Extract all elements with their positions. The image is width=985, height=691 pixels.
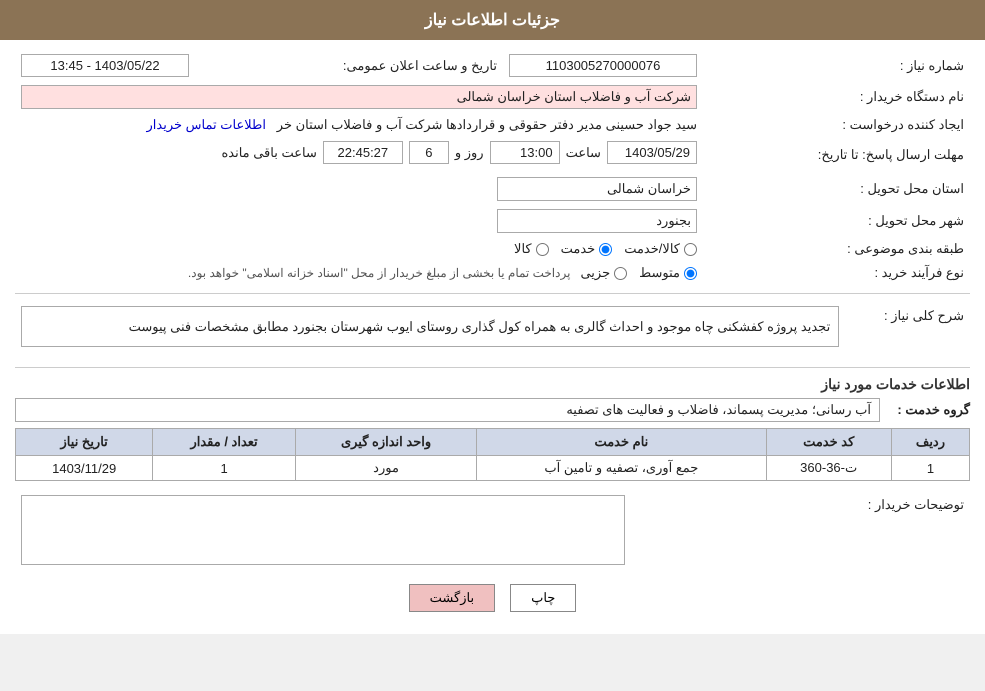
tabaqe-label-kala: کالا <box>514 241 532 257</box>
khadamat-section-title: اطلاعات خدمات مورد نیاز <box>15 376 970 393</box>
cell-tarikh: 1403/11/29 <box>16 456 153 481</box>
grohe-value: آب رسانی؛ مدیریت پسماند، فاضلاب و فعالیت… <box>15 398 880 422</box>
mohlat-saat-label: ساعت <box>566 145 601 161</box>
cell-kod: ت-36-360 <box>766 456 891 481</box>
col-radif: ردیف <box>891 429 969 456</box>
noefarayand-label-jozii: جزیی <box>580 265 610 281</box>
ijad-konande-link[interactable]: اطلاعات تماس خریدار <box>147 117 266 132</box>
sharh-value: تجدید پروژه کفشکنی چاه موجود و احداث گال… <box>21 306 839 347</box>
cell-nam: جمع آوری، تصفیه و تامین آب <box>477 456 766 481</box>
cell-tedad: 1 <box>153 456 296 481</box>
back-button[interactable]: بازگشت <box>409 584 495 612</box>
tabaqe-radio-group: کالا/خدمت خدمت کالا <box>21 241 697 257</box>
tabaqe-radio-khadamat[interactable] <box>599 243 612 256</box>
mohlat-date: 1403/05/29 <box>607 141 697 164</box>
mohlat-rooz-label: روز و <box>455 145 484 161</box>
sharh-label: شرح کلی نیاز : <box>845 302 970 359</box>
col-kod: کد خدمت <box>766 429 891 456</box>
grohe-label: گروه خدمت : <box>880 402 970 418</box>
noefarayand-radio-motavaset[interactable] <box>684 267 697 280</box>
tabaqe-option-kala-khadamat[interactable]: کالا/خدمت <box>624 241 697 257</box>
service-table: ردیف کد خدمت نام خدمت واحد اندازه گیری ت… <box>15 428 970 481</box>
shahr-label: شهر محل تحویل : <box>703 205 970 237</box>
mohlat-rooz: 6 <box>409 141 449 164</box>
noefarayand-label-motavaset: متوسط <box>639 265 680 281</box>
col-tedad: تعداد / مقدار <box>153 429 296 456</box>
shomare-niaz-value: 1103005270000076 <box>509 54 697 77</box>
shomare-niaz-label: شماره نیاز : <box>703 50 970 81</box>
cell-vahed: مورد <box>295 456 476 481</box>
tarikh-value: 1403/05/22 - 13:45 <box>21 54 189 77</box>
noefarayand-radio-jozii[interactable] <box>614 267 627 280</box>
noefarayand-label: نوع فرآیند خرید : <box>703 261 970 285</box>
noefarayand-option-jozii[interactable]: جزیی <box>580 265 627 281</box>
ijad-konande-label: ایجاد کننده درخواست : <box>703 113 970 137</box>
mohlat-label: مهلت ارسال پاسخ: تا تاریخ: <box>703 137 970 173</box>
tabaqe-label: طبقه بندی موضوعی : <box>703 237 970 261</box>
ostan-value: خراسان شمالی <box>497 177 697 201</box>
table-row: 1ت-36-360جمع آوری، تصفیه و تامین آبمورد1… <box>16 456 970 481</box>
nam-dastgah-value: شرکت آب و فاضلاب استان خراسان شمالی <box>21 85 697 109</box>
ijad-konande-value: سید جواد حسینی مدیر دفتر حقوقی و قرارداد… <box>277 117 697 132</box>
page-header: جزئیات اطلاعات نیاز <box>0 0 985 40</box>
tabaqe-radio-kala-khadamat[interactable] <box>684 243 697 256</box>
tabaqe-label-kala-khadamat: کالا/خدمت <box>624 241 680 257</box>
print-button[interactable]: چاپ <box>510 584 576 612</box>
grohe-row: گروه خدمت : آب رسانی؛ مدیریت پسماند، فاض… <box>15 398 970 422</box>
shahr-value: بجنورد <box>497 209 697 233</box>
tarikh-label: تاریخ و ساعت اعلان عمومی: <box>195 50 503 81</box>
col-vahed: واحد اندازه گیری <box>295 429 476 456</box>
col-tarikh: تاریخ نیاز <box>16 429 153 456</box>
cell-radif: 1 <box>891 456 969 481</box>
noefarayand-note: پرداخت تمام یا بخشی از مبلغ خریدار از مح… <box>188 266 571 280</box>
mohlat-baghimande: 22:45:27 <box>323 141 403 164</box>
mohlat-baghimande-label: ساعت باقی مانده <box>221 145 316 161</box>
footer-buttons: چاپ بازگشت <box>15 584 970 612</box>
col-nam: نام خدمت <box>477 429 766 456</box>
nam-dastgah-label: نام دستگاه خریدار : <box>703 81 970 113</box>
tabaqe-option-khadamat[interactable]: خدمت <box>561 241 613 257</box>
tabaqe-label-khadamat: خدمت <box>561 241 596 257</box>
mohlat-saat: 13:00 <box>490 141 560 164</box>
noefarayand-radio-group: متوسط جزیی <box>580 265 697 281</box>
toozihat-label: توضیحات خریدار : <box>631 491 970 572</box>
noefarayand-option-motavaset[interactable]: متوسط <box>639 265 697 281</box>
ostan-label: استان محل تحویل : <box>703 173 970 205</box>
tabaqe-radio-kala[interactable] <box>536 243 549 256</box>
toozihat-input[interactable] <box>21 495 625 565</box>
tabaqe-option-kala[interactable]: کالا <box>514 241 549 257</box>
